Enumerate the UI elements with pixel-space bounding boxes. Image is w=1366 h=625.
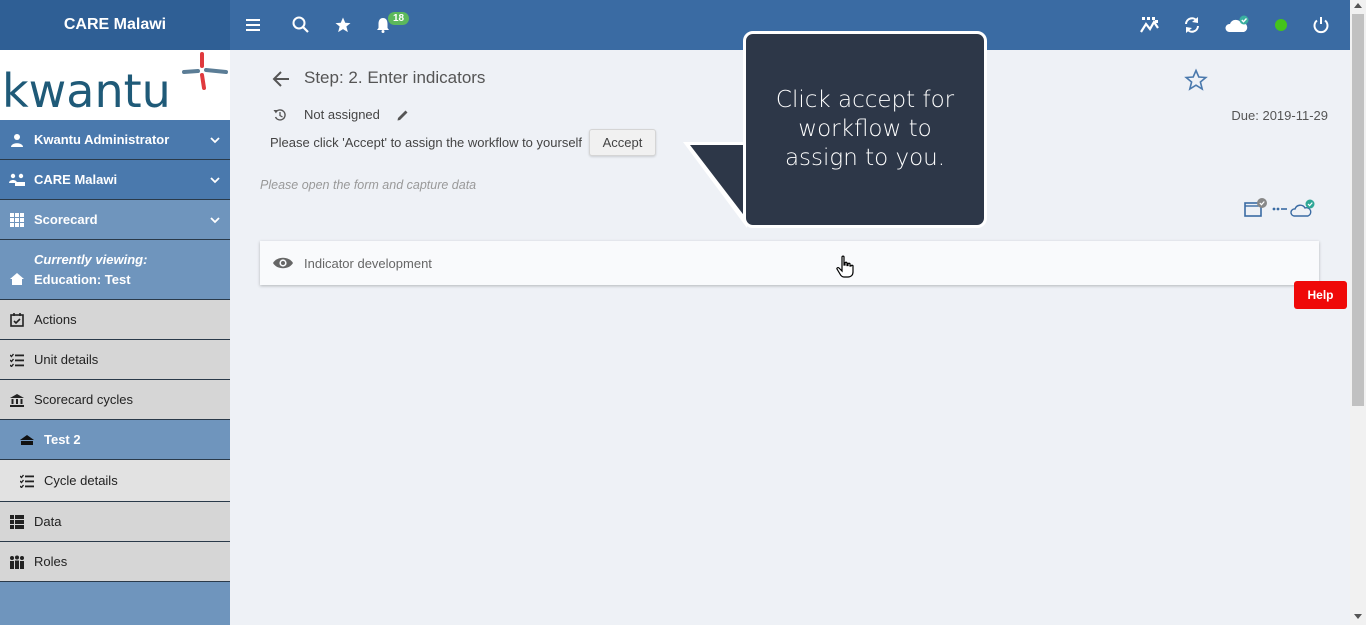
checklist-icon xyxy=(19,473,35,489)
sidebar-item-actions[interactable]: Actions xyxy=(0,300,230,340)
sidebar-item-label: Kwantu Administrator xyxy=(34,132,170,147)
top-bar: CARE Malawi 18 xyxy=(0,0,1350,50)
users-icon xyxy=(9,554,25,570)
sidebar-item-roles[interactable]: Roles xyxy=(0,542,230,582)
sidebar-item-kwantu-administrator[interactable]: Kwantu Administrator xyxy=(0,120,230,160)
sidebar-item-care-malawi[interactable]: CARE Malawi xyxy=(0,160,230,200)
indicator-development-panel[interactable]: Indicator development xyxy=(260,241,1319,285)
viewing-value: Education: Test xyxy=(34,271,131,287)
chevron-down-icon xyxy=(210,136,220,143)
sidebar-item-unit-details[interactable]: Unit details xyxy=(0,340,230,380)
sidebar-item-test-2[interactable]: Test 2 xyxy=(0,420,230,460)
hand-cursor-icon xyxy=(836,255,854,278)
search-icon[interactable] xyxy=(289,13,313,37)
sidebar-item-label: Cycle details xyxy=(44,473,118,488)
accept-button[interactable]: Accept xyxy=(589,129,656,156)
notification-badge: 18 xyxy=(388,12,410,25)
sidebar-item-label: CARE Malawi xyxy=(34,172,118,187)
page-title: Step: 2. Enter indicators xyxy=(304,68,486,87)
menu-icon[interactable] xyxy=(241,13,265,37)
accept-message: Please click 'Accept' to assign the work… xyxy=(270,135,583,150)
refresh-icon[interactable] xyxy=(1180,13,1204,37)
sidebar-item-label: Actions xyxy=(34,312,77,327)
back-arrow-icon[interactable] xyxy=(270,68,292,90)
edit-pencil-icon[interactable] xyxy=(396,108,410,122)
sidebar-item-label: Test 2 xyxy=(44,432,81,447)
organization-icon xyxy=(9,172,25,188)
landmark-icon xyxy=(9,392,25,408)
scroll-up-arrow-icon[interactable] xyxy=(1354,3,1362,8)
power-icon[interactable] xyxy=(1309,13,1333,37)
sidebar-item-cycle-details[interactable]: Cycle details xyxy=(0,460,230,502)
sidebar: kwantu Kwantu Administrator CARE Malawi … xyxy=(0,50,230,625)
sync-status-icons xyxy=(1243,197,1319,221)
assignee-status: Not assigned xyxy=(304,107,380,122)
chevron-down-icon xyxy=(210,176,220,183)
tooltip-tail xyxy=(683,142,749,228)
sidebar-item-data[interactable]: Data xyxy=(0,502,230,542)
scroll-down-arrow-icon[interactable] xyxy=(1354,614,1362,619)
list-icon xyxy=(9,514,25,530)
sidebar-item-scorecard[interactable]: Scorecard xyxy=(0,200,230,240)
logo-mark-icon xyxy=(182,52,228,90)
calendar-check-icon xyxy=(9,312,25,328)
status-online-icon xyxy=(1269,13,1293,37)
sidebar-item-label: Scorecard xyxy=(34,212,98,227)
logo-text: kwantu xyxy=(2,64,171,118)
viewing-heading: Currently viewing: xyxy=(34,251,148,267)
sidebar-item-scorecard-cycles[interactable]: Scorecard cycles xyxy=(0,380,230,420)
app-brand[interactable]: CARE Malawi xyxy=(0,0,230,50)
checklist-icon xyxy=(9,352,25,368)
history-icon xyxy=(273,108,287,122)
star-icon[interactable] xyxy=(331,13,355,37)
scrollbar-thumb[interactable] xyxy=(1352,14,1364,406)
due-date: Due: 2019-11-29 xyxy=(1231,108,1328,123)
favorite-star-icon[interactable] xyxy=(1184,68,1208,92)
sidebar-item-label: Data xyxy=(34,514,62,529)
cloud-sync-icon[interactable] xyxy=(1224,13,1252,37)
chevron-down-icon xyxy=(210,216,220,223)
sidebar-item-label: Scorecard cycles xyxy=(34,392,133,407)
capture-hint: Please open the form and capture data xyxy=(260,178,477,192)
kwantu-logo: kwantu xyxy=(0,50,230,120)
sidebar-item-label: Roles xyxy=(34,554,68,569)
tooltip-bubble: Click accept for workflow to assign to y… xyxy=(743,31,987,228)
sidebar-item-label: Unit details xyxy=(34,352,99,367)
user-icon xyxy=(9,132,25,148)
eye-icon xyxy=(273,257,293,269)
panel-label: Indicator development xyxy=(304,255,432,271)
analytics-icon[interactable] xyxy=(1138,13,1162,37)
landmark-icon xyxy=(19,432,35,448)
home-icon xyxy=(9,271,25,287)
sidebar-currently-viewing: Currently viewing: Education: Test xyxy=(0,240,230,300)
help-button[interactable]: Help xyxy=(1294,281,1347,309)
grid-icon xyxy=(9,212,25,228)
